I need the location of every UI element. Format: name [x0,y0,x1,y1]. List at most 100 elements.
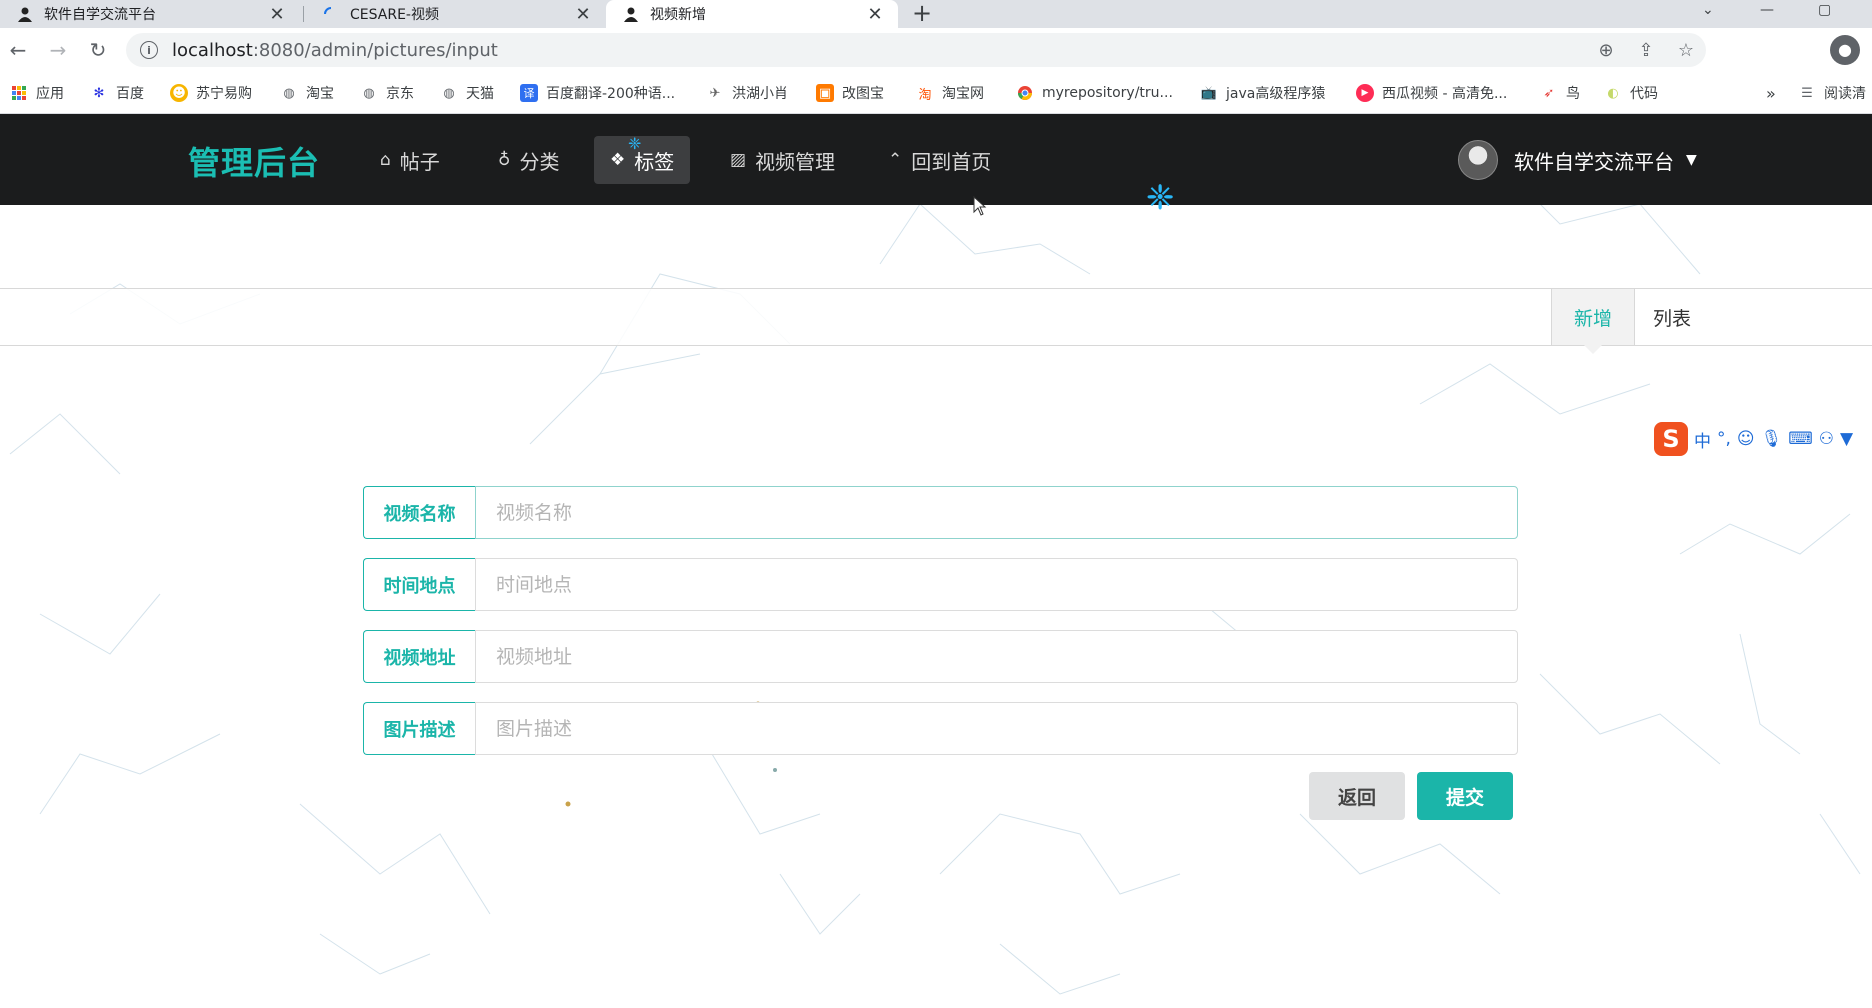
bookmark-code[interactable]: ◐ 代码 [1604,82,1658,104]
bookmark-xigua[interactable]: ▶ 西瓜视频 - 高清免... [1356,82,1507,104]
code-icon: ◐ [1607,85,1619,101]
bookmark-star-icon[interactable]: ☆ [1666,40,1706,61]
bookmark-java[interactable]: 📺 java高级程序猿 [1200,82,1325,104]
tab-title: CESARE-视频 [350,7,439,23]
admin-navbar: 管理后台 ⌂ 帖子 ♁ 分类 ❖ 标签 ▨ 视频管理 ⌃ 回到首页 软件自学交流… [0,114,1872,205]
bookmark-suning[interactable]: ☻ 苏宁易购 [170,82,252,104]
tab-add-new[interactable]: 新增 [1551,289,1635,345]
close-icon[interactable]: ✕ [572,4,594,25]
bookmark-baidu-translate[interactable]: 译 百度翻译-200种语... [520,82,675,104]
bookmarks-bar: 应用 ✻ 百度 ☻ 苏宁易购 ◍ 淘宝 ◍ 京东 ◍ 天猫 译 百度翻译-200… [0,72,1872,114]
close-icon[interactable]: ✕ [864,4,886,25]
more-bookmarks-button[interactable]: » [1766,82,1776,104]
apps-grid-icon [10,84,28,102]
restore-button[interactable]: ▢ [1818,0,1831,28]
keyboard-icon[interactable]: ⌨ [1788,429,1813,449]
page-content: 管理后台 ⌂ 帖子 ♁ 分类 ❖ 标签 ▨ 视频管理 ⌃ 回到首页 软件自学交流… [0,114,1872,1008]
globe-icon: ◍ [443,85,455,101]
skin-icon[interactable]: ▼ [1840,429,1853,449]
nav-item-tags[interactable]: ❖ 标签 [594,136,691,184]
video-url-input[interactable] [475,630,1518,683]
emoji-icon[interactable]: ☺ [1737,429,1755,449]
loading-icon [322,5,340,23]
nav-item-video-management[interactable]: ▨ 视频管理 [714,136,851,184]
share-icon[interactable]: ⇪ [1626,40,1666,61]
reading-list-icon: ☰ [1801,85,1813,101]
bird-red-icon: ➶ [1543,85,1555,101]
reading-list-button[interactable]: ☰ 阅读清 [1798,82,1872,104]
browser-tab-2[interactable]: CESARE-视频 ✕ [306,0,606,28]
back-arrow-icon[interactable]: ← [4,36,32,64]
sogou-logo-icon: S [1654,422,1688,456]
browser-tab-3[interactable]: 视频新增 ✕ [606,0,898,28]
nav-item-posts[interactable]: ⌂ 帖子 [364,136,456,184]
tags-icon: ❖ [610,150,626,170]
loading-spinner-icon: ❈ [628,134,642,153]
bookmark-taobaowang[interactable]: 淘 淘宝网 [916,82,984,104]
form-actions: 返回 提交 [0,772,1872,820]
bookmark-myrepository[interactable]: myrepository/tru... [1016,82,1173,104]
zoom-icon[interactable]: ⊕ [1586,40,1626,61]
user-name: 软件自学交流平台 [1514,149,1674,174]
close-icon[interactable]: ✕ [266,4,288,25]
bookmark-gaitubao[interactable]: ▣ 改图宝 [816,82,884,104]
bookmark-apps[interactable]: 应用 [10,82,64,104]
translate-icon: 译 [520,84,538,102]
browser-tabstrip: 软件自学交流平台 ✕ CESARE-视频 ✕ 视频新增 ✕ + ⌄ — ▢ [0,0,1872,28]
field-label: 视频名称 [363,486,475,539]
nav-item-categories[interactable]: ♁ 分类 [482,136,575,184]
bookmark-jd[interactable]: ◍ 京东 [360,82,414,104]
gaitubao-icon: ▣ [816,84,834,102]
image-icon: ▨ [730,150,747,170]
user-dropdown[interactable]: 软件自学交流平台 ▼ [1458,138,1697,182]
time-place-input[interactable] [475,558,1518,611]
tab-title: 视频新增 [650,7,706,23]
brand-title[interactable]: 管理后台 [188,138,320,184]
nav-item-back-home[interactable]: ⌃ 回到首页 [872,136,1007,184]
baidu-paw-icon: ✻ [93,85,105,101]
forward-arrow-icon[interactable]: → [44,36,72,64]
browser-tab-1[interactable]: 软件自学交流平台 ✕ [0,0,300,28]
ime-toolbar[interactable]: S 中 °, ☺ 🎙 ⌨ ⚇ ▼ [1654,422,1853,456]
double-chevron-up-icon: ⌃ [888,150,903,170]
bird-icon: ✈ [709,85,721,101]
image-description-input[interactable] [475,702,1518,755]
minimize-button[interactable]: — [1760,0,1774,28]
bilibili-icon: 📺 [1200,85,1218,101]
xigua-icon: ▶ [1356,84,1374,102]
new-tab-button[interactable]: + [912,0,932,28]
user-silhouette-icon [622,5,640,23]
microphone-icon[interactable]: 🎙 [1761,429,1783,449]
bookmark-taobao[interactable]: ◍ 淘宝 [280,82,334,104]
bookmark-niao[interactable]: ➶ 鸟 [1540,82,1580,104]
field-video-url: 视频地址 [363,630,1518,683]
profile-avatar-icon[interactable]: ● [1830,35,1860,65]
chrome-icon [1016,84,1034,102]
address-bar[interactable]: i localhost:8080/admin/pictures/input ⊕ … [126,33,1706,67]
bookmark-baidu[interactable]: ✻ 百度 [90,82,144,104]
active-tab-pointer [1584,345,1602,354]
tab-list[interactable]: 列表 [1636,289,1708,345]
ime-punct-indicator[interactable]: °, [1717,429,1731,449]
bookmark-tmall[interactable]: ◍ 天猫 [440,82,494,104]
user-group-icon[interactable]: ⚇ [1819,429,1834,449]
ime-mode-indicator[interactable]: 中 [1694,427,1711,452]
home-icon: ⌂ [380,150,391,170]
video-form: 视频名称 时间地点 视频地址 图片描述 [363,486,1518,774]
back-button[interactable]: 返回 [1309,772,1405,820]
bookmark-honghu[interactable]: ✈ 洪湖小肖 [706,82,788,104]
reload-icon[interactable]: ↻ [84,36,112,64]
globe-icon: ◍ [363,85,375,101]
field-label: 图片描述 [363,702,475,755]
browser-toolbar: ← → ↻ i localhost:8080/admin/pictures/in… [0,28,1872,72]
tab-divider [303,6,304,22]
tab-search-icon[interactable]: ⌄ [1702,0,1714,28]
video-name-input[interactable] [475,486,1518,539]
tab-title: 软件自学交流平台 [44,7,156,23]
avatar [1458,140,1498,180]
site-info-icon[interactable]: i [140,41,158,59]
submit-button[interactable]: 提交 [1417,772,1513,820]
field-label: 时间地点 [363,558,475,611]
lightbulb-icon: ♁ [498,150,511,170]
field-label: 视频地址 [363,630,475,683]
